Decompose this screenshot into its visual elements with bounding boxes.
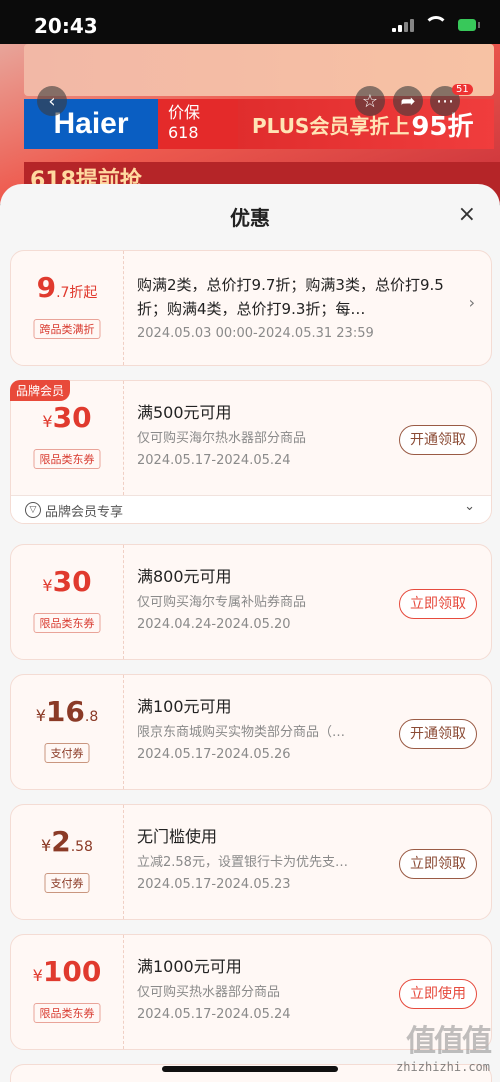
coupon-rule: 购满2类，总价打9.7折；购满3类，总价打9.5折；购满4类，总价打9.3折；每… <box>137 276 444 318</box>
chevron-right-icon[interactable]: › <box>469 293 475 312</box>
coupon-card-member[interactable]: ¥30 限品类东券 满500元可用 仅可购买海尔热水器部分商品 2024.05.… <box>10 380 492 524</box>
coupon-scope: 立减2.58元，设置银行卡为优先支… <box>137 855 348 870</box>
coupon-value: 9.7折起 跨品类满折 <box>11 251 124 365</box>
currency: ¥ <box>35 706 46 725</box>
coupon-scope: 仅可购买海尔热水器部分商品 <box>137 431 307 446</box>
coupon-threshold: 满1000元可用 <box>137 957 242 976</box>
star-icon[interactable]: ☆ <box>355 86 385 116</box>
claim-button[interactable]: 立即领取 <box>399 589 477 619</box>
coupon-value: ¥100 限品类东券 <box>11 935 124 1049</box>
back-icon[interactable]: ‹ <box>37 86 67 116</box>
coupon-threshold: 满100元可用 <box>137 697 232 716</box>
coupon-threshold: 满500元可用 <box>137 403 232 422</box>
coupon-tag: 限品类东券 <box>33 1003 101 1023</box>
wifi-icon <box>424 16 448 33</box>
amount-small: .8 <box>84 709 99 725</box>
watermark-text: zhizhizhi.com <box>396 1060 490 1074</box>
amount-big: 16 <box>45 695 85 728</box>
discount-big: 9 <box>36 271 57 304</box>
status-bar: 20:43 <box>0 0 500 44</box>
sheet-title: 优惠 <box>230 206 270 230</box>
coupon-scope: 限京东商城购买实物类部分商品（… <box>137 725 346 740</box>
coupon-card-discount[interactable]: 9.7折起 跨品类满折 购满2类，总价打9.7折；购满3类，总价打9.5折；购满… <box>10 250 492 366</box>
amount-big: 30 <box>52 565 92 598</box>
watermark-logo: 值值值 <box>406 1024 492 1059</box>
status-time: 20:43 <box>34 14 98 38</box>
coupon-tag: 限品类东券 <box>33 613 101 633</box>
product-hero-image <box>24 44 494 96</box>
amount-big: 2 <box>51 825 71 858</box>
amount-small: .58 <box>70 839 93 855</box>
member-icon: ▽ <box>25 502 41 518</box>
signal-icon <box>392 18 414 32</box>
member-exclusive-label: 品牌会员专享 <box>45 505 124 520</box>
coupon-value: ¥30 限品类东券 <box>11 545 124 659</box>
currency: ¥ <box>32 966 43 985</box>
price-protect-label: 价保 618 <box>158 99 238 149</box>
coupon-tag: 限品类东券 <box>33 449 101 469</box>
plus-text: PLUS会员享折上 <box>252 113 410 138</box>
currency: ¥ <box>41 836 52 855</box>
price-protect-line2: 618 <box>168 123 199 142</box>
amount-big: 100 <box>42 955 102 988</box>
home-indicator[interactable] <box>162 1066 338 1072</box>
coupon-value: ¥16.8 支付券 <box>11 675 124 789</box>
use-now-button[interactable]: 立即使用 <box>399 979 477 1009</box>
member-exclusive-bar[interactable]: ▽ 品牌会员专享 ⌄ <box>11 495 491 523</box>
open-claim-button[interactable]: 开通领取 <box>399 425 477 455</box>
coupon-validity: 2024.05.03 00:00-2024.05.31 23:59 <box>137 326 374 341</box>
claim-button[interactable]: 立即领取 <box>399 849 477 879</box>
coupon-scope: 仅可购买海尔专属补贴券商品 <box>137 595 307 610</box>
discount-small: .7折起 <box>56 285 98 301</box>
close-icon[interactable]: × <box>458 202 476 227</box>
coupon-card[interactable]: ¥16.8 支付券 满100元可用 限京东商城购买实物类部分商品（… 2024.… <box>10 674 492 790</box>
battery-icon <box>458 18 480 31</box>
coupon-value: ¥2.58 支付券 <box>11 805 124 919</box>
coupon-tag: 支付券 <box>44 743 90 763</box>
member-ribbon: 品牌会员 <box>10 380 71 401</box>
amount-big: 30 <box>52 401 92 434</box>
share-icon[interactable]: ➦ <box>393 86 423 116</box>
message-badge: 51 <box>452 84 473 95</box>
coupon-threshold: 无门槛使用 <box>137 827 218 846</box>
coupon-tag: 跨品类满折 <box>33 319 101 339</box>
watermark: 值值值 zhizhizhi.com <box>396 1016 492 1074</box>
currency: ¥ <box>42 412 53 431</box>
chevron-down-icon[interactable]: ⌄ <box>464 499 475 514</box>
coupon-scope: 仅可购买热水器部分商品 <box>137 985 281 1000</box>
coupon-threshold: 满800元可用 <box>137 567 232 586</box>
coupon-card[interactable]: ¥30 限品类东券 满800元可用 仅可购买海尔专属补贴券商品 2024.04.… <box>10 544 492 660</box>
price-protect-line1: 价保 <box>168 103 201 122</box>
status-icons <box>392 16 480 33</box>
coupon-card[interactable]: ¥2.58 支付券 无门槛使用 立减2.58元，设置银行卡为优先支… 2024.… <box>10 804 492 920</box>
open-claim-button[interactable]: 开通领取 <box>399 719 477 749</box>
currency: ¥ <box>42 576 53 595</box>
coupon-sheet: 优惠 × 9.7折起 跨品类满折 购满2类，总价打9.7折；购满3类，总价打9.… <box>0 184 500 1082</box>
promo-banner: Haier 价保 618 PLUS会员享折上 95折 <box>24 99 494 149</box>
product-background: Haier 价保 618 PLUS会员享折上 95折 618提前抢 <box>0 44 500 204</box>
coupon-tag: 支付券 <box>44 873 90 893</box>
